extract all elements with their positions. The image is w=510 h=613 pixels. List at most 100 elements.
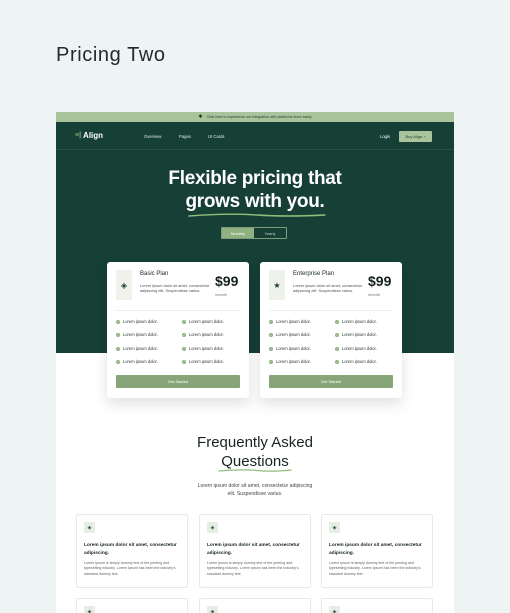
feature-item: ✓ Lorem ipsum dolor. [182,332,224,337]
check-icon: ✓ [116,319,120,324]
check-icon: ✓ [116,359,120,364]
toggle-monthly[interactable]: Monthly [222,228,254,238]
check-icon: ✓ [335,332,339,337]
faq-card: ◈ [76,598,188,613]
feature-item: ✓ Lorem ipsum dolor. [182,359,224,364]
announcement-bar[interactable]: ✱ Click here to experience our integrati… [56,112,454,122]
brand-logo[interactable]: ≡| Align [75,131,103,140]
feature-item: ✓ Lorem ipsum dolor. [335,346,377,351]
feature-label: Lorem ipsum dolor. [276,359,311,364]
feature-label: Lorem ipsum dolor. [189,332,224,337]
layers-icon: ◈ [207,606,218,613]
nav-link-pages[interactable]: Pages [179,134,191,139]
faq-card: ◈ [321,598,433,613]
card-divider [116,310,240,311]
feature-item: ✓ Lorem ipsum dolor. [116,359,158,364]
nav-link-overview[interactable]: Overview [144,134,161,139]
announcement-text: Click here to experience our integration… [206,115,312,119]
faq-card: ◈ Lorem ipsum dolor sit amet, consectetu… [321,514,433,588]
faq-question: Lorem ipsum dolor sit amet, consectetur … [329,543,422,556]
feature-item: ✓ Lorem ipsum dolor. [269,359,311,364]
faq-card: ◈ [199,598,311,613]
get-started-button[interactable]: Get Started [269,375,393,388]
check-icon: ✓ [182,346,186,351]
feature-label: Lorem ipsum dolor. [342,319,377,324]
check-icon: ✓ [182,359,186,364]
plan-description: Lorem ipsum dolor sit amet, consectetur … [140,283,210,294]
check-icon: ✓ [269,319,273,324]
layers-icon: ◈ [84,522,95,533]
faq-underline-swash [218,469,292,472]
feature-label: Lorem ipsum dolor. [276,319,311,324]
hero-heading-line1: Flexible pricing that [168,168,342,189]
plan-name: Basic Plan [140,271,169,277]
check-icon: ✓ [116,332,120,337]
buy-align-button[interactable]: Buy Align › [399,131,432,142]
pricing-card-basic: ◈ Basic Plan Lorem ipsum dolor sit amet,… [107,262,249,398]
logo-icon: ≡| [75,132,82,139]
plan-period: /month [368,292,380,297]
star-icon: ★ [269,270,285,300]
chevron-right-icon: › [424,134,426,139]
feature-label: Lorem ipsum dolor. [123,332,158,337]
nav-link-ui-cards[interactable]: UI Cards [208,134,225,139]
check-icon: ✓ [116,346,120,351]
check-icon: ✓ [269,332,273,337]
feature-label: Lorem ipsum dolor. [189,319,224,324]
feature-label: Lorem ipsum dolor. [342,332,377,337]
card-divider [269,310,393,311]
hero-heading-line2: grows with you. [185,191,325,212]
get-started-button[interactable]: Get Started [116,375,240,388]
sparkle-icon: ✱ [198,114,203,120]
feature-label: Lorem ipsum dolor. [276,346,311,351]
feature-item: ✓ Lorem ipsum dolor. [116,319,158,324]
feature-item: ✓ Lorem ipsum dolor. [269,319,311,324]
faq-answer: Lorem Ipsum is simply dummy text of the … [329,561,421,576]
faq-answer: Lorem Ipsum is simply dummy text of the … [207,561,299,576]
layers-icon: ◈ [116,270,132,300]
faq-question: Lorem ipsum dolor sit amet, consectetur … [207,543,300,556]
check-icon: ✓ [182,319,186,324]
toggle-yearly[interactable]: Yearly [254,228,286,238]
plan-period: /month [215,292,227,297]
feature-item: ✓ Lorem ipsum dolor. [335,332,377,337]
billing-toggle[interactable]: Monthly Yearly [221,227,287,239]
feature-label: Lorem ipsum dolor. [342,359,377,364]
faq-subtitle: Lorem ipsum dolor sit amet, consectetur … [197,483,313,497]
check-icon: ✓ [269,359,273,364]
preview-frame: ✱ Click here to experience our integrati… [56,112,454,613]
faq-card: ◈ Lorem ipsum dolor sit amet, consectetu… [76,514,188,588]
feature-item: ✓ Lorem ipsum dolor. [335,319,377,324]
layers-icon: ◈ [207,522,218,533]
check-icon: ✓ [335,319,339,324]
feature-label: Lorem ipsum dolor. [189,359,224,364]
check-icon: ✓ [182,332,186,337]
layers-icon: ◈ [329,522,340,533]
feature-item: ✓ Lorem ipsum dolor. [182,346,224,351]
feature-item: ✓ Lorem ipsum dolor. [116,346,158,351]
buy-align-label: Buy Align [405,134,423,139]
feature-item: ✓ Lorem ipsum dolor. [116,332,158,337]
check-icon: ✓ [335,359,339,364]
feature-item: ✓ Lorem ipsum dolor. [182,319,224,324]
brand-name: Align [83,131,104,140]
feature-label: Lorem ipsum dolor. [123,319,158,324]
hero-underline-swash [188,213,326,217]
check-icon: ✓ [335,346,339,351]
plan-price: $99 [368,273,392,289]
feature-label: Lorem ipsum dolor. [189,346,224,351]
login-link[interactable]: Login [380,134,390,139]
feature-label: Lorem ipsum dolor. [123,359,158,364]
layers-icon: ◈ [84,606,95,613]
feature-label: Lorem ipsum dolor. [342,346,377,351]
faq-question: Lorem ipsum dolor sit amet, consectetur … [84,543,177,556]
faq-card: ◈ Lorem ipsum dolor sit amet, consectetu… [199,514,311,588]
feature-label: Lorem ipsum dolor. [276,332,311,337]
check-icon: ✓ [269,346,273,351]
pricing-card-enterprise: ★ Enterprise Plan Lorem ipsum dolor sit … [260,262,402,398]
plan-price: $99 [215,273,239,289]
faq-heading-line1: Frequently Asked [197,434,313,451]
feature-item: ✓ Lorem ipsum dolor. [335,359,377,364]
feature-label: Lorem ipsum dolor. [123,346,158,351]
faq-answer: Lorem Ipsum is simply dummy text of the … [84,561,176,576]
